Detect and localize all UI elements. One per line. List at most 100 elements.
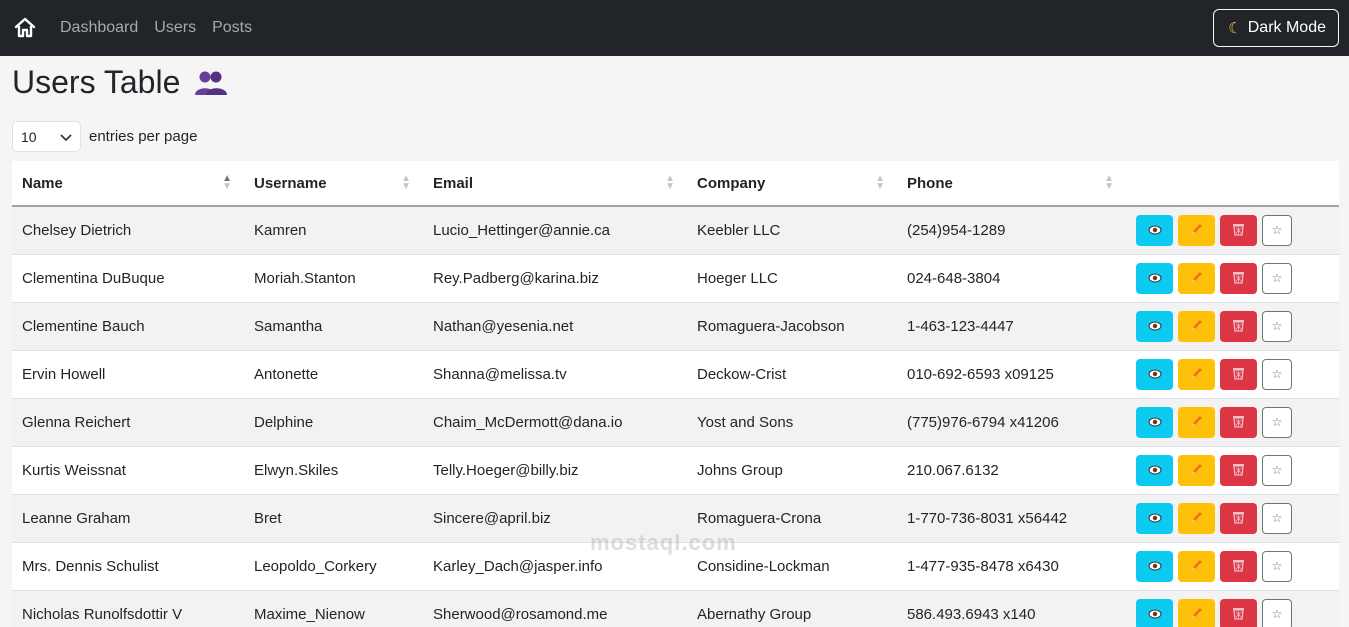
main-content: Users Table 10 entries per page Name ▲ ▼ U…	[0, 60, 1349, 627]
view-button[interactable]	[1136, 310, 1173, 342]
star-icon: ☆	[1271, 319, 1283, 333]
column-header-email[interactable]: Email ▲ ▼	[423, 161, 687, 207]
pencil-icon	[1190, 414, 1204, 431]
view-button[interactable]	[1136, 358, 1173, 390]
email-cell: Telly.Hoeger@billy.biz	[423, 446, 687, 495]
edit-button[interactable]	[1178, 310, 1215, 342]
row-actions: ☆	[1136, 358, 1329, 390]
view-button[interactable]	[1136, 214, 1173, 246]
dark-mode-label: Dark Mode	[1247, 19, 1326, 36]
delete-button[interactable]	[1220, 502, 1257, 534]
trash-icon	[1232, 270, 1245, 287]
name-cell: Mrs. Dennis Schulist	[12, 542, 244, 591]
phone-cell: 210.067.6132	[897, 446, 1126, 495]
sort-icon: ▲ ▼	[1104, 173, 1114, 192]
email-cell: Karley_Dach@jasper.info	[423, 542, 687, 591]
favorite-button[interactable]: ☆	[1262, 358, 1292, 390]
dark-mode-button[interactable]: ☾ Dark Mode	[1213, 9, 1339, 47]
entries-select[interactable]: 10	[12, 121, 81, 152]
pencil-icon	[1190, 606, 1204, 623]
view-button[interactable]	[1136, 262, 1173, 294]
table-row: Leanne Graham Bret Sincere@april.biz Romagu…	[12, 494, 1339, 543]
company-cell: Johns Group	[687, 446, 897, 495]
column-header-company[interactable]: Company ▲ ▼	[687, 161, 897, 207]
view-button[interactable]	[1136, 406, 1173, 438]
table-row: Nicholas Runolfsdottir V Maxime_Nienow She…	[12, 590, 1339, 627]
sort-icon: ▲ ▼	[401, 173, 411, 192]
delete-button[interactable]	[1220, 214, 1257, 246]
delete-button[interactable]	[1220, 598, 1257, 627]
trash-icon	[1232, 462, 1245, 479]
edit-button[interactable]	[1178, 358, 1215, 390]
edit-button[interactable]	[1178, 598, 1215, 627]
edit-button[interactable]	[1178, 502, 1215, 534]
email-cell: Nathan@yesenia.net	[423, 302, 687, 351]
username-cell: Maxime_Nienow	[244, 590, 423, 627]
column-header-name[interactable]: Name ▲ ▼	[12, 161, 244, 207]
actions-cell: ☆	[1126, 542, 1339, 591]
column-header-username[interactable]: Username ▲ ▼	[244, 161, 423, 207]
edit-button[interactable]	[1178, 550, 1215, 582]
edit-button[interactable]	[1178, 214, 1215, 246]
navbar: Dashboard Users Posts ☾ Dark Mode	[0, 0, 1349, 56]
favorite-button[interactable]: ☆	[1262, 214, 1292, 246]
table-body: Chelsey Dietrich Kamren Lucio_Hettinger@an…	[12, 206, 1339, 627]
favorite-button[interactable]: ☆	[1262, 502, 1292, 534]
row-actions: ☆	[1136, 454, 1329, 486]
view-button[interactable]	[1136, 598, 1173, 627]
favorite-button[interactable]: ☆	[1262, 262, 1292, 294]
nav-users[interactable]: Users	[154, 19, 196, 37]
phone-cell: 024-648-3804	[897, 254, 1126, 303]
favorite-button[interactable]: ☆	[1262, 406, 1292, 438]
edit-button[interactable]	[1178, 262, 1215, 294]
favorite-button[interactable]: ☆	[1262, 598, 1292, 627]
nav-dashboard[interactable]: Dashboard	[60, 19, 138, 37]
delete-button[interactable]	[1220, 454, 1257, 486]
star-icon: ☆	[1271, 511, 1283, 525]
page-title: Users Table	[12, 63, 181, 100]
actions-cell: ☆	[1126, 494, 1339, 543]
actions-cell: ☆	[1126, 590, 1339, 627]
phone-cell: 1-463-123-4447	[897, 302, 1126, 351]
nav-posts[interactable]: Posts	[212, 19, 252, 37]
edit-button[interactable]	[1178, 406, 1215, 438]
favorite-button[interactable]: ☆	[1262, 310, 1292, 342]
trash-icon	[1232, 318, 1245, 335]
star-icon: ☆	[1271, 559, 1283, 573]
eye-icon	[1148, 271, 1162, 286]
phone-cell: (775)976-6794 x41206	[897, 398, 1126, 447]
delete-button[interactable]	[1220, 310, 1257, 342]
row-actions: ☆	[1136, 310, 1329, 342]
company-cell: Yost and Sons	[687, 398, 897, 447]
username-cell: Samantha	[244, 302, 423, 351]
delete-button[interactable]	[1220, 358, 1257, 390]
favorite-button[interactable]: ☆	[1262, 550, 1292, 582]
table-row: Mrs. Dennis Schulist Leopoldo_Corkery Karl…	[12, 542, 1339, 591]
delete-button[interactable]	[1220, 262, 1257, 294]
row-actions: ☆	[1136, 598, 1329, 627]
company-cell: Abernathy Group	[687, 590, 897, 627]
view-button[interactable]	[1136, 502, 1173, 534]
column-header-phone[interactable]: Phone ▲ ▼	[897, 161, 1126, 207]
row-actions: ☆	[1136, 262, 1329, 294]
eye-icon	[1148, 367, 1162, 382]
table-row: Ervin Howell Antonette Shanna@melissa.tv De…	[12, 350, 1339, 399]
delete-button[interactable]	[1220, 550, 1257, 582]
star-icon: ☆	[1271, 367, 1283, 381]
phone-cell: 586.493.6943 x140	[897, 590, 1126, 627]
table-row: Clementine Bauch Samantha Nathan@yesenia.n…	[12, 302, 1339, 351]
name-cell: Leanne Graham	[12, 494, 244, 543]
header-label: Company	[697, 174, 766, 192]
edit-button[interactable]	[1178, 454, 1215, 486]
view-button[interactable]	[1136, 550, 1173, 582]
email-cell: Sherwood@rosamond.me	[423, 590, 687, 627]
trash-icon	[1232, 558, 1245, 575]
eye-icon	[1148, 319, 1162, 334]
delete-button[interactable]	[1220, 406, 1257, 438]
phone-cell: 1-770-736-8031 x56442	[897, 494, 1126, 543]
favorite-button[interactable]: ☆	[1262, 454, 1292, 486]
view-button[interactable]	[1136, 454, 1173, 486]
home-icon[interactable]	[12, 15, 38, 41]
table-row: Kurtis Weissnat Elwyn.Skiles Telly.Hoeger@…	[12, 446, 1339, 495]
pencil-icon	[1190, 270, 1204, 287]
